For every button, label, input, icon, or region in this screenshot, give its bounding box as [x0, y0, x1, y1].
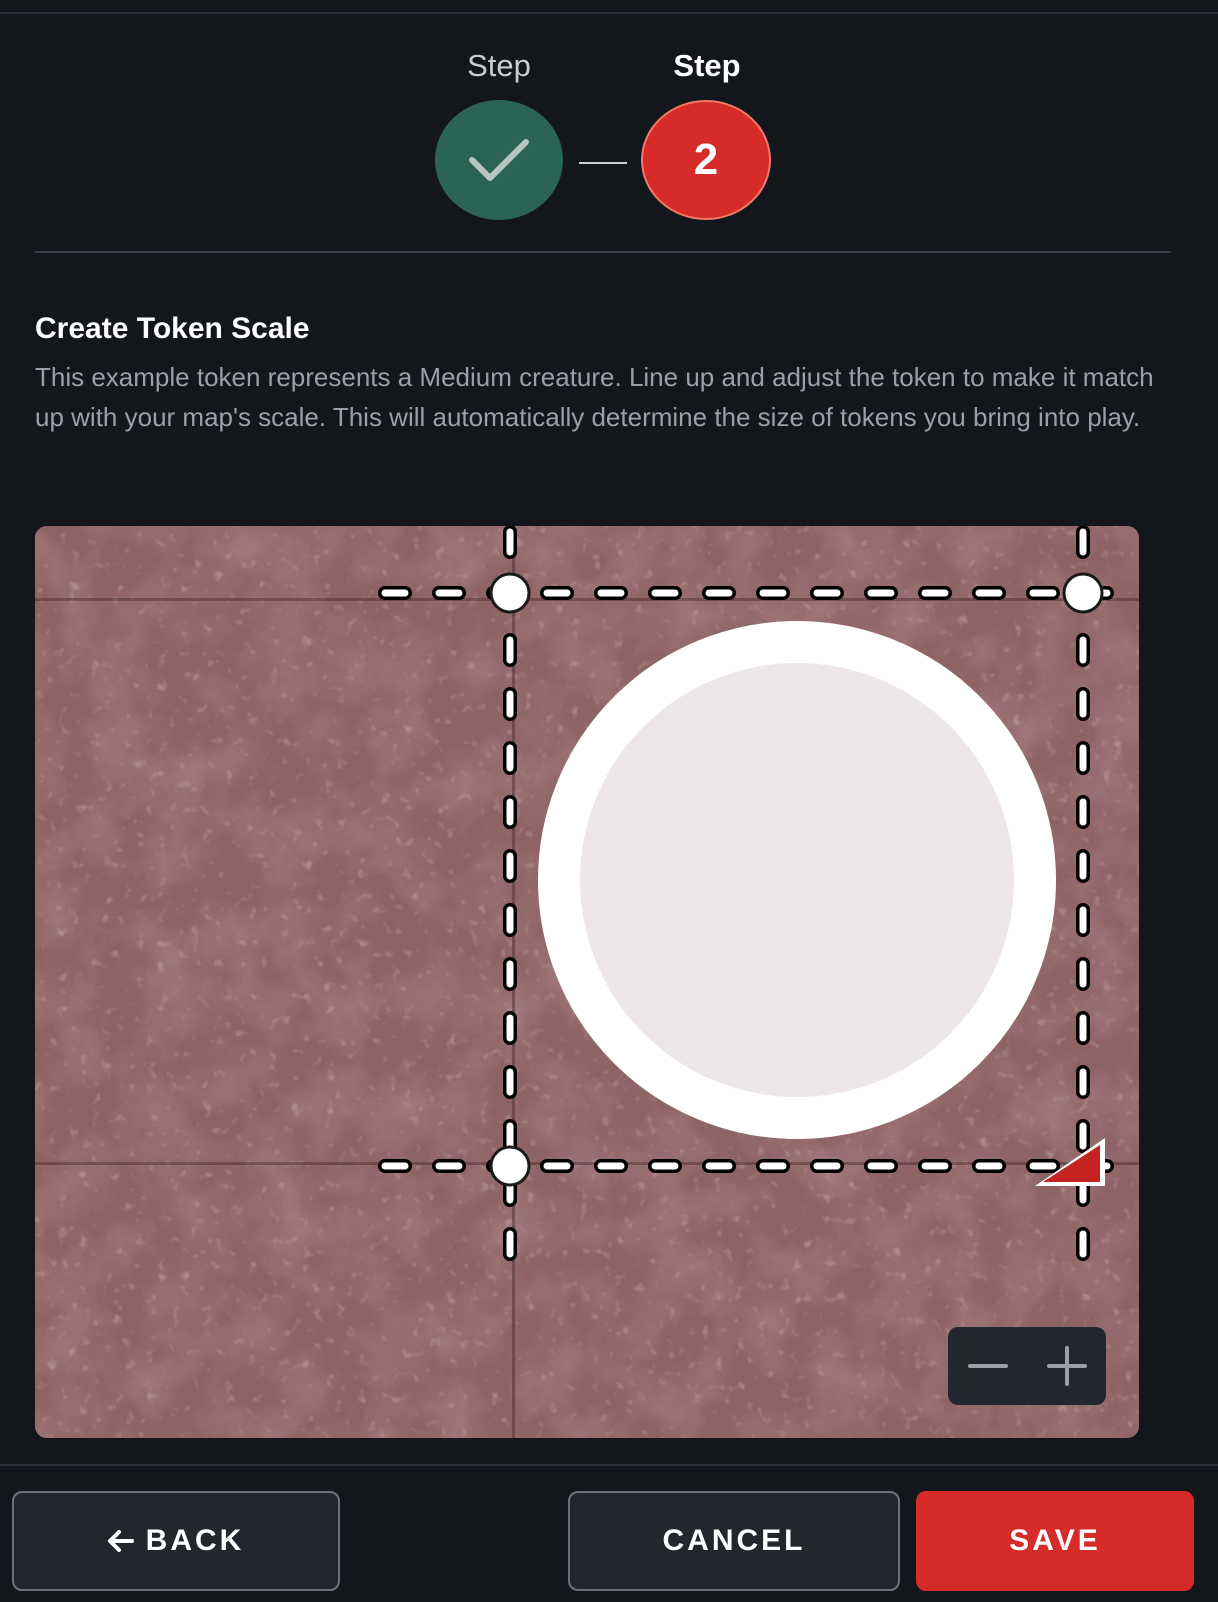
- save-button-label: SAVE: [1009, 1524, 1101, 1557]
- corner-handle-top-right[interactable]: [1062, 572, 1104, 614]
- plus-icon: [1046, 1346, 1087, 1386]
- step-2-label: Step: [673, 48, 741, 83]
- save-button[interactable]: SAVE: [916, 1491, 1194, 1591]
- check-icon: [469, 139, 529, 181]
- corner-handle-top-left[interactable]: [489, 572, 531, 614]
- stepper: Step Step 2: [0, 0, 1218, 240]
- step-2-indicator[interactable]: 2: [641, 100, 771, 220]
- section-divider: [35, 251, 1171, 253]
- example-token[interactable]: [538, 621, 1056, 1139]
- section-description: This example token represents a Medium c…: [35, 362, 1154, 432]
- zoom-controls: [948, 1327, 1106, 1405]
- step-connector: [579, 162, 627, 164]
- section-title: Create Token Scale: [35, 312, 310, 345]
- cancel-button[interactable]: CANCEL: [568, 1491, 900, 1591]
- arrow-left-icon: [107, 1530, 134, 1552]
- step-2-number: 2: [693, 135, 719, 184]
- token-scale-overlay[interactable]: [35, 526, 1139, 1438]
- map-preview[interactable]: [35, 526, 1139, 1438]
- minus-icon: [967, 1364, 1008, 1368]
- footer-divider: [0, 1464, 1218, 1466]
- back-button-label: BACK: [145, 1524, 245, 1557]
- zoom-in-button[interactable]: [1037, 1336, 1097, 1396]
- step-1-label: Step: [467, 48, 531, 83]
- step-1-indicator[interactable]: [435, 100, 563, 220]
- cancel-button-label: CANCEL: [662, 1524, 806, 1557]
- back-button[interactable]: BACK: [12, 1491, 340, 1591]
- zoom-out-button[interactable]: [958, 1336, 1018, 1396]
- corner-handle-bottom-left[interactable]: [489, 1145, 531, 1187]
